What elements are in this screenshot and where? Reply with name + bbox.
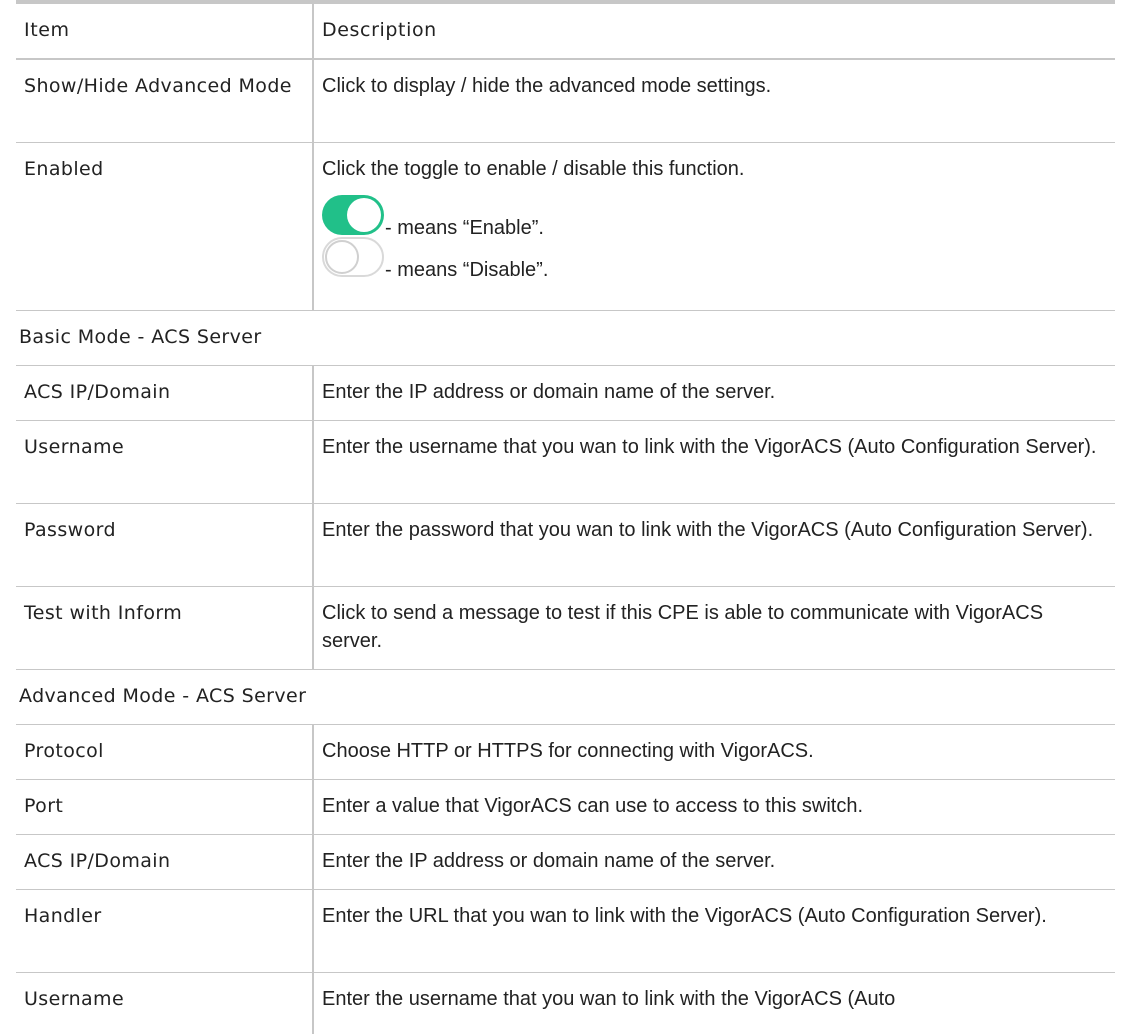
enable-toggle-example: - means “Enable”. bbox=[322, 194, 1105, 239]
table-row: Test with Inform Click to send a message… bbox=[16, 586, 1115, 670]
description-cell: Enter the IP address or domain name of t… bbox=[313, 834, 1115, 890]
header-description: Description bbox=[313, 4, 1115, 60]
description-cell: Click the toggle to enable / disable thi… bbox=[313, 142, 1115, 311]
item-cell: Port bbox=[16, 779, 314, 835]
table-header-row: Item Description bbox=[16, 4, 1115, 60]
section-heading-basic: Basic Mode - ACS Server bbox=[16, 310, 1115, 366]
description-cell: Enter the username that you wan to link … bbox=[322, 987, 896, 1010]
toggle-on-icon bbox=[322, 194, 384, 235]
section-title: Basic Mode - ACS Server bbox=[16, 310, 1115, 366]
item-cell: ACS IP/Domain bbox=[16, 834, 314, 890]
section-title: Advanced Mode - ACS Server bbox=[16, 669, 1115, 725]
item-cell: Password bbox=[16, 503, 314, 587]
description-cell: Enter the IP address or domain name of t… bbox=[313, 365, 1115, 421]
description-cell: Enter the URL that you wan to link with … bbox=[313, 889, 1115, 973]
item-cell: Enabled bbox=[16, 142, 314, 311]
item-cell: Test with Inform bbox=[16, 586, 314, 670]
item-cell: Show/Hide Advanced Mode bbox=[16, 59, 314, 143]
item-cell: Username bbox=[16, 420, 314, 504]
disable-toggle-example: - means “Disable”. bbox=[322, 236, 1105, 281]
item-cell: Protocol bbox=[16, 724, 314, 780]
enabled-description: Click the toggle to enable / disable thi… bbox=[322, 157, 745, 180]
section-heading-advanced: Advanced Mode - ACS Server bbox=[16, 669, 1115, 725]
description-cell: Enter a value that VigorACS can use to a… bbox=[313, 779, 1115, 835]
table-row: Port Enter a value that VigorACS can use… bbox=[16, 779, 1115, 835]
table-row: ACS IP/Domain Enter the IP address or do… bbox=[16, 365, 1115, 421]
document-page: Item Description Show/Hide Advanced Mode… bbox=[16, 0, 1115, 1034]
table-row: ACS IP/Domain Enter the IP address or do… bbox=[16, 834, 1115, 890]
header-item: Item bbox=[16, 4, 314, 60]
item-cell: Username bbox=[16, 972, 314, 1034]
table-row: Handler Enter the URL that you wan to li… bbox=[16, 889, 1115, 973]
table-row: Protocol Choose HTTP or HTTPS for connec… bbox=[16, 724, 1115, 780]
description-cell: Click to send a message to test if this … bbox=[313, 586, 1115, 670]
description-cell: Enter the username that you wan to link … bbox=[313, 420, 1115, 504]
table-row: Username Enter the username that you wan… bbox=[16, 420, 1115, 504]
item-cell: Handler bbox=[16, 889, 314, 973]
description-cell: Click to display / hide the advanced mod… bbox=[313, 59, 1115, 143]
toggle-on-text: - means “Enable”. bbox=[385, 216, 544, 239]
table-row-enabled: Enabled Click the toggle to enable / dis… bbox=[16, 142, 1115, 311]
table-row: Password Enter the password that you wan… bbox=[16, 503, 1115, 587]
description-cell: Choose HTTP or HTTPS for connecting with… bbox=[313, 724, 1115, 780]
description-cell: Enter the password that you wan to link … bbox=[313, 503, 1115, 587]
table-row: Username Enter the username that you wan… bbox=[16, 972, 1115, 1034]
spec-table: Item Description Show/Hide Advanced Mode… bbox=[16, 4, 1115, 1034]
toggle-off-text: - means “Disable”. bbox=[385, 258, 549, 281]
toggle-off-icon bbox=[322, 236, 384, 277]
table-row: Show/Hide Advanced Mode Click to display… bbox=[16, 59, 1115, 143]
item-cell: ACS IP/Domain bbox=[16, 365, 314, 421]
